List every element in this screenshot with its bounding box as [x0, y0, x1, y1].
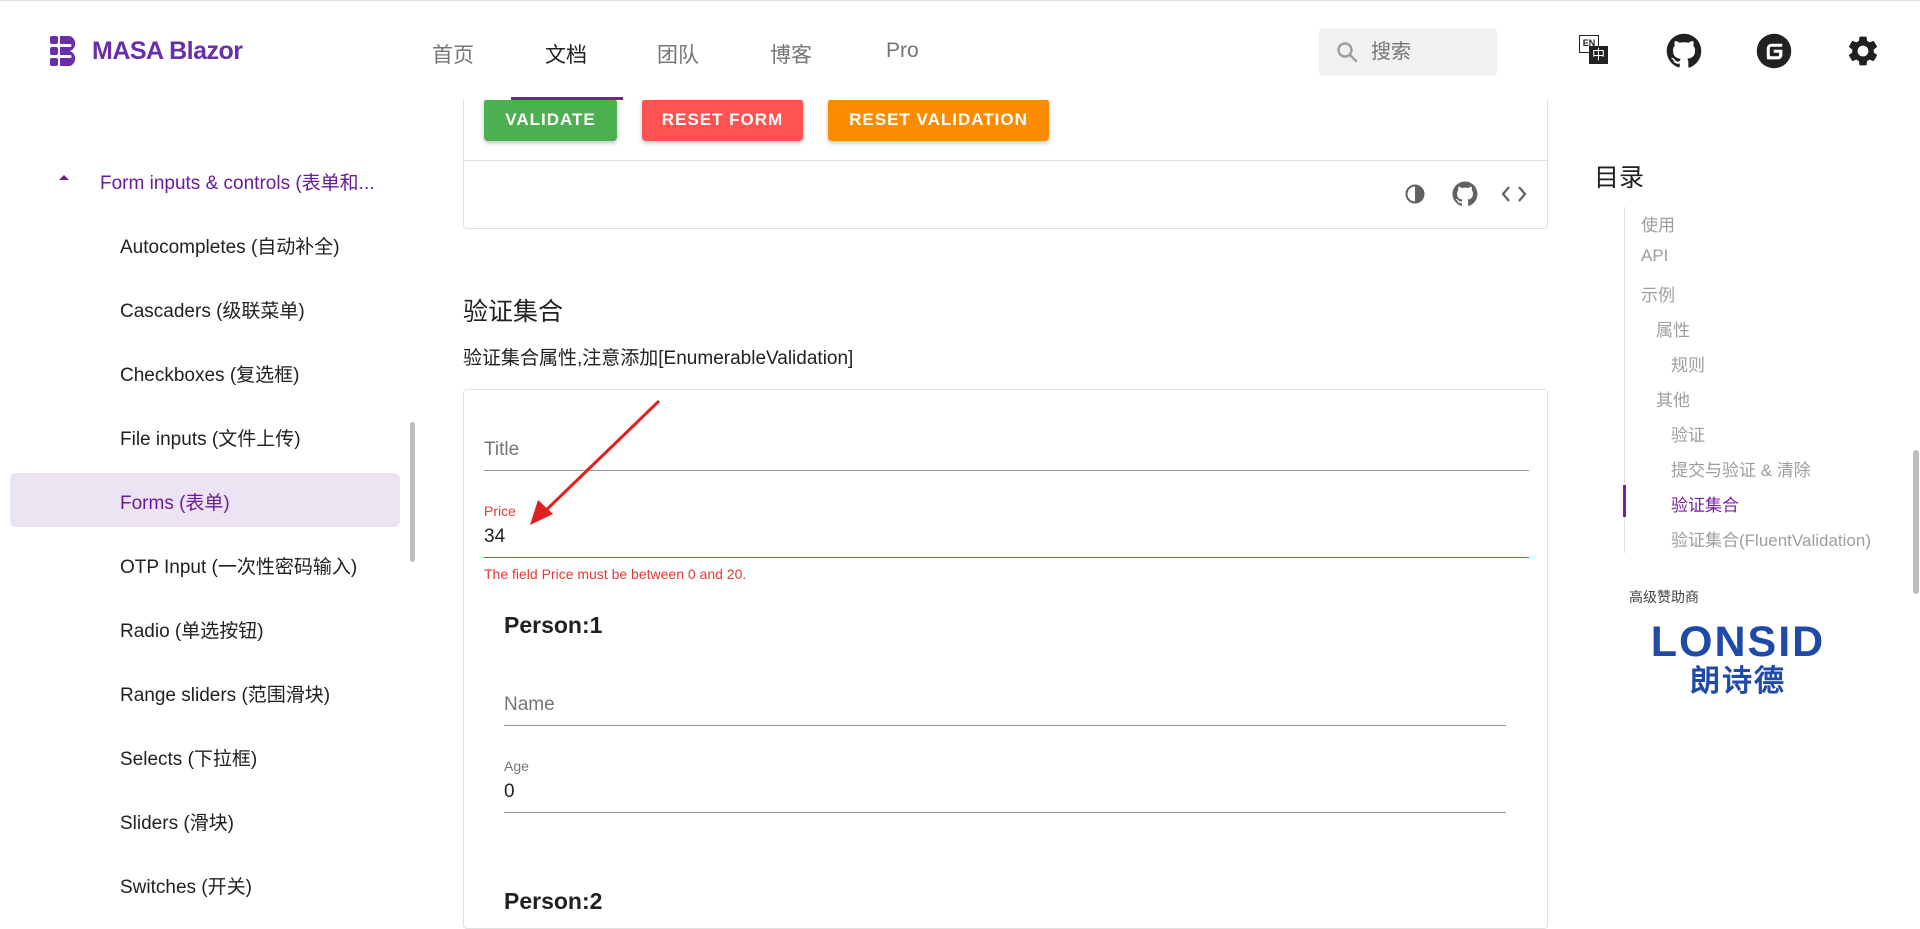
section-title: 验证集合: [463, 298, 564, 326]
name-field[interactable]: [504, 725, 1506, 726]
toc-active-marker: [1623, 485, 1626, 517]
age-field-value[interactable]: 0: [504, 781, 515, 803]
sidebar-item-selects[interactable]: Selects (下拉框): [120, 744, 257, 771]
title-field-label: Title: [484, 439, 520, 460]
age-field-label: Age: [504, 758, 529, 774]
nav-active-indicator: [511, 97, 623, 100]
settings-gear-icon[interactable]: [1845, 33, 1881, 69]
sponsor-logo-text: LONSID: [1650, 618, 1826, 666]
nav-home[interactable]: 首页: [432, 39, 474, 69]
toc-item-misc[interactable]: 其他: [1656, 386, 1690, 411]
toc-item-rules[interactable]: 规则: [1671, 351, 1705, 376]
sidebar-item-cascaders[interactable]: Cascaders (级联菜单): [120, 296, 305, 323]
sidebar-item-checkboxes[interactable]: Checkboxes (复选框): [120, 360, 300, 387]
sponsor-logo[interactable]: LONSID 朗诗德: [1627, 620, 1849, 700]
sidebar-item-autocompletes[interactable]: Autocompletes (自动补全): [120, 232, 340, 259]
nav-team[interactable]: 团队: [657, 39, 699, 69]
price-field[interactable]: [484, 557, 1529, 558]
toc-item-validation-collection-fluent[interactable]: 验证集合(FluentValidation): [1671, 526, 1871, 551]
sidebar-item-otp-input[interactable]: OTP Input (一次性密码输入): [120, 552, 357, 579]
search-icon: [1337, 42, 1358, 63]
masa-logo-icon: [50, 36, 76, 66]
age-field[interactable]: [504, 812, 1506, 813]
view-code-icon[interactable]: [1500, 182, 1528, 206]
example-github-icon[interactable]: [1452, 181, 1478, 207]
card-divider: [464, 160, 1547, 161]
sidebar-item-range-sliders[interactable]: Range sliders (范围滑块): [120, 680, 330, 707]
sidebar-item-file-inputs[interactable]: File inputs (文件上传): [120, 424, 301, 451]
sponsor-logo-sub: 朗诗德: [1690, 665, 1786, 698]
price-error-message: The field Price must be between 0 and 20…: [484, 566, 747, 582]
annotation-arrow: [530, 399, 661, 525]
reset-validation-button[interactable]: RESET VALIDATION: [828, 99, 1049, 141]
sidebar-item-switches[interactable]: Switches (开关): [120, 872, 252, 899]
sidebar-group-form-inputs[interactable]: Form inputs & controls (表单和...: [100, 168, 375, 195]
nav-docs[interactable]: 文档: [545, 39, 587, 69]
sidebar-scrollbar[interactable]: [410, 422, 415, 562]
toc-title: 目录: [1594, 164, 1645, 192]
toc-item-props[interactable]: 属性: [1656, 316, 1690, 341]
gitee-icon[interactable]: [1756, 33, 1792, 69]
collapse-caret-icon[interactable]: [56, 172, 72, 182]
nav-pro[interactable]: Pro: [886, 39, 919, 63]
section-description: 验证集合属性,注意添加[EnumerableValidation]: [463, 348, 854, 369]
toc-item-api[interactable]: API: [1641, 246, 1668, 266]
lang-zh-glyph: 中: [1589, 46, 1608, 64]
search-input[interactable]: [1369, 40, 1493, 65]
sidebar-item-sliders[interactable]: Sliders (滑块): [120, 808, 234, 835]
validate-button[interactable]: VALIDATE: [484, 99, 617, 141]
theme-toggle-icon[interactable]: [1403, 182, 1427, 206]
docs-sidebar: Form inputs & controls (表单和... Autocompl…: [0, 100, 420, 902]
sidebar-item-forms[interactable]: Forms (表单): [120, 488, 230, 515]
github-icon[interactable]: [1666, 33, 1702, 69]
search-box[interactable]: [1319, 28, 1497, 76]
sponsor-label: 高级赞助商: [1629, 589, 1699, 605]
reset-form-button[interactable]: RESET FORM: [642, 99, 803, 141]
brand-logo[interactable]: MASA Blazor: [48, 34, 243, 68]
brand-name: MASA Blazor: [92, 36, 243, 65]
price-field-label: Price: [484, 503, 516, 519]
name-field-label: Name: [504, 694, 555, 715]
price-field-value[interactable]: 34: [484, 526, 505, 548]
toc-item-usage[interactable]: 使用: [1641, 211, 1675, 236]
toc-item-submit-validate-clear[interactable]: 提交与验证 & 清除: [1671, 456, 1811, 481]
sidebar-item-radio[interactable]: Radio (单选按钮): [120, 616, 264, 643]
toc-item-validation[interactable]: 验证: [1671, 421, 1705, 446]
page-scrollbar[interactable]: [1913, 450, 1919, 594]
language-icon[interactable]: EN 中: [1578, 33, 1614, 69]
toc-item-validation-collection[interactable]: 验证集合: [1671, 491, 1739, 516]
person-1-heading: Person:1: [504, 612, 603, 638]
toc-item-examples[interactable]: 示例: [1641, 281, 1675, 306]
app-header: MASA Blazor 首页 文档 团队 博客 Pro EN 中: [0, 0, 1920, 100]
nav-blog[interactable]: 博客: [770, 39, 812, 69]
